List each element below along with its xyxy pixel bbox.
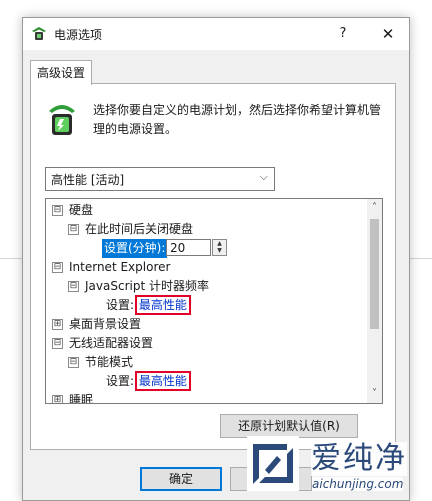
tree-item-wireless-adapter[interactable]: ⊟ 无线适配器设置 [52, 334, 153, 353]
watermark-logo [247, 436, 299, 491]
tree-item-js-timer[interactable]: ⊟ JavaScript 计时器频率 [68, 277, 209, 296]
expand-icon[interactable]: ⊞ [52, 395, 63, 403]
tree-item-hard-disk[interactable]: ⊟ 硬盘 [52, 201, 93, 220]
tree-item-power-saving-mode[interactable]: ⊟ 节能模式 [68, 353, 133, 372]
tree-item-label: 硬盘 [69, 203, 94, 217]
setting-value-link[interactable]: 最高性能 [134, 295, 191, 315]
tree-item-js-setting[interactable]: 设置: 最高性能 [106, 295, 191, 315]
title-bar: 电源选项 ? ✕ [23, 18, 409, 50]
close-button[interactable]: ✕ [368, 18, 408, 50]
tree-item-label: Internet Explorer [69, 260, 171, 274]
restore-defaults-button[interactable]: 还原计划默认值(R) [220, 414, 358, 438]
collapse-icon[interactable]: ⊟ [68, 281, 79, 292]
stepper-up-icon[interactable]: ▲ [213, 240, 226, 247]
chevron-down-icon: ⌵ [259, 170, 268, 183]
background-divider-right [408, 258, 432, 259]
stepper-down-icon[interactable]: ▼ [213, 247, 226, 254]
window-title: 电源选项 [54, 28, 103, 42]
watermark-url: aichunjing.com [312, 477, 404, 491]
tree-scrollbar[interactable]: ˄ ˅ [367, 199, 382, 403]
tree-item-ps-setting[interactable]: 设置: 最高性能 [106, 371, 191, 391]
setting-label: 设置: [106, 298, 135, 312]
battery-plug-icon [49, 105, 75, 135]
tree-item-disk-setting[interactable]: 设置(分钟): 20 ▲ ▼ [102, 239, 302, 258]
minutes-stepper[interactable]: ▲ ▼ [212, 239, 227, 256]
setting-label-selected: 设置(分钟): [102, 239, 168, 258]
collapse-icon[interactable]: ⊟ [68, 357, 79, 368]
tree-item-internet-explorer[interactable]: ⊟ Internet Explorer [52, 258, 170, 277]
tree-item-sleep[interactable]: ⊞ 睡眠 [52, 391, 94, 404]
scroll-thumb[interactable] [370, 219, 379, 329]
ok-button[interactable]: 确定 [140, 467, 222, 491]
tab-advanced-settings[interactable]: 高级设置 [30, 60, 92, 85]
power-options-dialog: 电源选项 ? ✕ 高级设置 选择你要自定义的电源计划，然后选择你希望计算机管理的… [22, 17, 410, 501]
minutes-input[interactable]: 20 [166, 239, 211, 256]
tree-item-turn-off-disk[interactable]: ⊟ 在此时间后关闭硬盘 [68, 220, 193, 239]
power-plan-value: 高性能 [活动] [51, 173, 125, 187]
power-plan-select[interactable]: 高性能 [活动] ⌵ [45, 167, 275, 191]
watermark-logo-icon [253, 444, 293, 484]
collapse-icon[interactable]: ⊟ [52, 338, 63, 349]
settings-tree[interactable]: ⊟ 硬盘 ⊟ 在此时间后关闭硬盘 设置(分钟): 20 ▲ ▼ ⊟ Internet … [45, 198, 383, 404]
background-divider-left [0, 258, 22, 259]
settings-panel: 选择你要自定义的电源计划，然后选择你希望计算机管理的电源设置。 高性能 [活动]… [30, 83, 396, 450]
tree-item-label: 桌面背景设置 [69, 317, 142, 331]
collapse-icon[interactable]: ⊟ [52, 205, 63, 216]
setting-label: 设置: [106, 374, 135, 388]
tree-item-label: 在此时间后关闭硬盘 [85, 222, 194, 236]
setting-value-link[interactable]: 最高性能 [134, 371, 191, 391]
collapse-icon[interactable]: ⊟ [52, 262, 63, 273]
collapse-icon[interactable]: ⊟ [68, 224, 79, 235]
tree-item-label: 睡眠 [69, 393, 94, 404]
tree-item-desktop-background[interactable]: ⊞ 桌面背景设置 [52, 315, 141, 334]
scroll-up-icon[interactable]: ˄ [367, 201, 382, 215]
description-text: 选择你要自定义的电源计划，然后选择你希望计算机管理的电源设置。 [93, 103, 382, 136]
tree-item-label: JavaScript 计时器频率 [85, 279, 209, 293]
expand-icon[interactable]: ⊞ [52, 319, 63, 330]
power-options-icon [32, 27, 46, 40]
help-button[interactable]: ? [323, 18, 363, 50]
scroll-down-icon[interactable]: ˅ [367, 387, 382, 401]
tree-item-label: 无线适配器设置 [69, 336, 154, 350]
tree-item-label: 节能模式 [85, 355, 134, 369]
watermark-title: 爱纯净 [311, 441, 407, 476]
